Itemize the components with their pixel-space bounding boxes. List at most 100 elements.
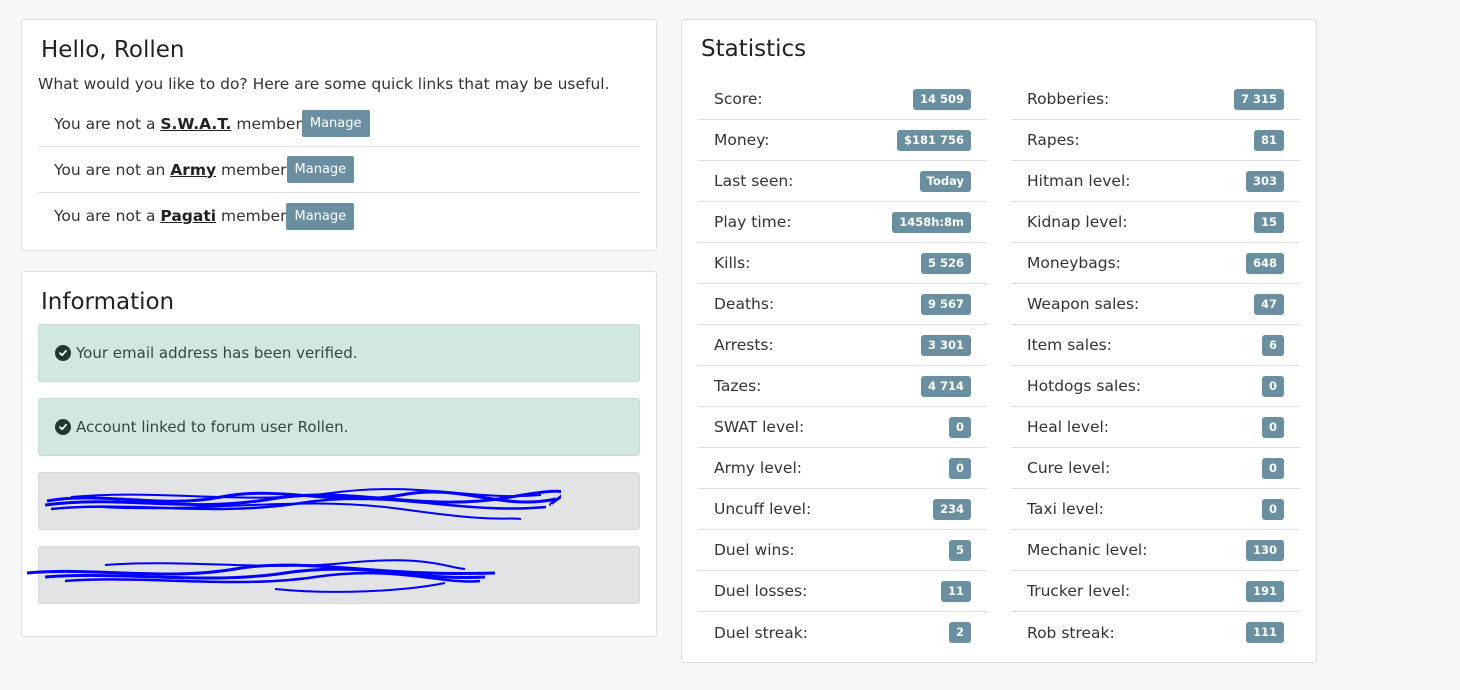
stat-value-badge: 234 xyxy=(932,498,971,520)
stat-row: Heal level: 0 xyxy=(1011,407,1300,448)
manage-pagati-button[interactable]: Manage xyxy=(286,202,355,230)
stat-label: Money: xyxy=(714,131,770,149)
stat-row: Score: 14 509 xyxy=(698,79,987,120)
stat-label: Weapon sales: xyxy=(1027,295,1140,313)
stat-value-badge: 0 xyxy=(1261,416,1284,438)
stat-value-badge: 0 xyxy=(1261,498,1284,520)
stat-value-badge: 0 xyxy=(948,457,971,479)
stats-column-left: Score: 14 509 Money: $181 756 Last seen: Toda… xyxy=(698,79,987,653)
alert-forum-linked: Account linked to forum user Rollen. xyxy=(38,398,640,456)
statistics-title: Statistics xyxy=(701,36,807,62)
stat-row: Moneybags: 648 xyxy=(1011,243,1300,284)
group-link-army[interactable]: Army xyxy=(170,161,216,179)
stat-row: Cure level: 0 xyxy=(1011,448,1300,489)
stat-row: Mechanic level: 130 xyxy=(1011,530,1300,571)
stat-value-badge: 6 xyxy=(1261,334,1284,356)
stat-row: Robberies: 7 315 xyxy=(1011,79,1300,120)
stat-row: Money: $181 756 xyxy=(698,120,987,161)
stat-label: Cure level: xyxy=(1027,459,1111,477)
stat-row: Hotdogs sales: 0 xyxy=(1011,366,1300,407)
stat-label: Kills: xyxy=(714,254,751,272)
membership-prefix: You are not a xyxy=(54,207,161,225)
stat-label: Army level: xyxy=(714,459,802,477)
stat-value-badge: 9 567 xyxy=(920,293,971,315)
stat-value-badge: 3 301 xyxy=(920,334,971,356)
group-link-pagati[interactable]: Pagati xyxy=(160,207,216,225)
stat-row: Duel wins: 5 xyxy=(698,530,987,571)
redaction-scribble xyxy=(44,488,561,520)
information-title: Information xyxy=(41,289,175,315)
stat-row: Last seen: Today xyxy=(698,161,987,202)
stat-value-badge: 14 509 xyxy=(912,88,971,110)
stat-label: Rob streak: xyxy=(1027,623,1115,642)
check-circle-icon xyxy=(55,345,71,361)
stat-label: Taxi level: xyxy=(1027,500,1104,518)
stat-label: Trucker level: xyxy=(1027,582,1131,600)
hello-card: Hello, Rollen What would you like to do?… xyxy=(21,19,657,251)
stat-value-badge: 47 xyxy=(1253,293,1284,315)
stat-label: Moneybags: xyxy=(1027,254,1121,272)
membership-row-swat: You are not a S.W.A.T. member Manage xyxy=(38,101,640,147)
stat-label: Last seen: xyxy=(714,172,794,190)
membership-row-pagati: You are not a Pagati member Manage xyxy=(38,193,640,239)
membership-suffix: member xyxy=(216,207,287,225)
stat-value-badge: 130 xyxy=(1245,539,1284,561)
stat-value-badge: 5 526 xyxy=(920,252,971,274)
stat-row: Tazes: 4 714 xyxy=(698,366,987,407)
stat-row: Duel streak: 2 xyxy=(698,612,987,653)
stat-value-badge: 0 xyxy=(1261,457,1284,479)
check-circle-icon xyxy=(55,419,71,435)
stat-value-badge: 191 xyxy=(1245,580,1284,602)
stat-value-badge: Today xyxy=(919,170,971,192)
membership-row-army: You are not an Army member Manage xyxy=(38,147,640,193)
stat-label: Tazes: xyxy=(714,377,762,395)
stat-row: Trucker level: 191 xyxy=(1011,571,1300,612)
membership-suffix: member xyxy=(231,114,302,133)
stat-value-badge: 0 xyxy=(1261,375,1284,397)
statistics-card: Statistics Score: 14 509 Money: $181 756 Las… xyxy=(681,19,1317,663)
stat-label: Mechanic level: xyxy=(1027,541,1148,559)
stat-row: SWAT level: 0 xyxy=(698,407,987,448)
stat-row: Arrests: 3 301 xyxy=(698,325,987,366)
stat-value-badge: 4 714 xyxy=(920,375,971,397)
stat-value-badge: 2 xyxy=(948,622,971,643)
stat-row: Rob streak: 111 xyxy=(1011,612,1300,653)
stat-label: Uncuff level: xyxy=(714,500,812,518)
membership-list: You are not a S.W.A.T. member Manage You… xyxy=(38,101,640,239)
stat-value-badge: 7 315 xyxy=(1233,88,1284,110)
stat-label: Hitman level: xyxy=(1027,172,1131,190)
redaction-scribble xyxy=(26,559,496,593)
stat-label: Heal level: xyxy=(1027,418,1110,436)
stat-row: Deaths: 9 567 xyxy=(698,284,987,325)
hello-title: Hello, Rollen xyxy=(41,37,185,63)
stat-value-badge: 15 xyxy=(1253,211,1284,233)
membership-prefix: You are not an xyxy=(54,160,171,179)
stat-label: Robberies: xyxy=(1027,90,1110,108)
stat-value-badge: 303 xyxy=(1245,170,1284,192)
alert-redacted-1 xyxy=(38,472,640,530)
alert-text: Your email address has been verified. xyxy=(76,344,358,362)
manage-army-button[interactable]: Manage xyxy=(286,156,355,183)
stat-label: Kidnap level: xyxy=(1027,213,1128,231)
stat-value-badge: 11 xyxy=(940,580,971,602)
stat-label: Hotdogs sales: xyxy=(1027,377,1142,395)
stat-label: Score: xyxy=(714,90,763,108)
group-link-swat[interactable]: S.W.A.T. xyxy=(160,115,231,133)
stat-label: Item sales: xyxy=(1027,336,1112,354)
stat-row: Rapes: 81 xyxy=(1011,120,1300,161)
stat-value-badge: 648 xyxy=(1245,252,1284,274)
stat-label: Duel wins: xyxy=(714,541,795,559)
stat-label: Rapes: xyxy=(1027,131,1080,149)
stats-column-right: Robberies: 7 315 Rapes: 81 Hitman level: 303 K… xyxy=(1011,79,1300,653)
stat-row: Hitman level: 303 xyxy=(1011,161,1300,202)
stat-row: Play time: 1458h:8m xyxy=(698,202,987,243)
hello-intro: What would you like to do? Here are some… xyxy=(38,75,610,93)
manage-swat-button[interactable]: Manage xyxy=(301,110,370,137)
stat-label: Duel losses: xyxy=(714,582,808,600)
stat-row: Army level: 0 xyxy=(698,448,987,489)
stat-row: Taxi level: 0 xyxy=(1011,489,1300,530)
stat-row: Kills: 5 526 xyxy=(698,243,987,284)
stat-value-badge: 1458h:8m xyxy=(892,211,971,233)
stat-row: Uncuff level: 234 xyxy=(698,489,987,530)
stat-label: Arrests: xyxy=(714,336,774,354)
